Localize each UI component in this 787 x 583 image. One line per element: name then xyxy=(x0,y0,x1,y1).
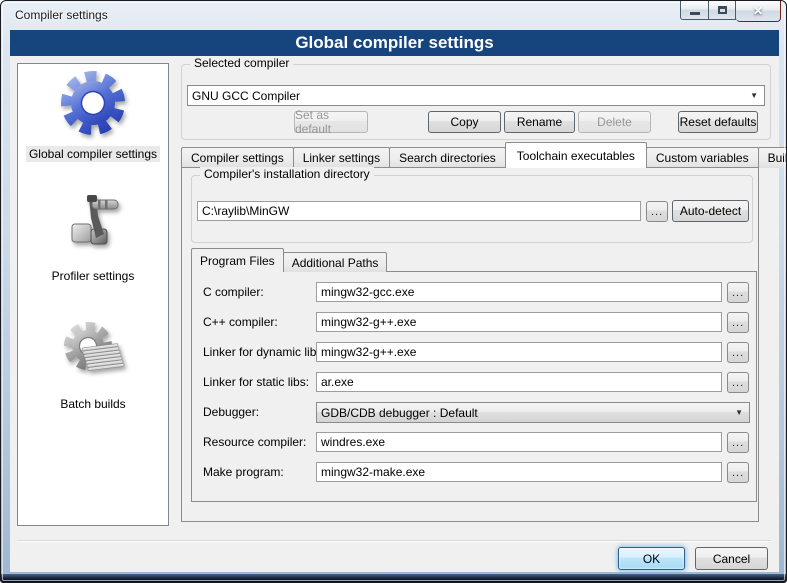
minimize-icon xyxy=(690,12,700,15)
caliper-icon xyxy=(58,190,128,260)
chevron-down-icon: ▼ xyxy=(735,408,745,417)
subtab-program-files[interactable]: Program Files xyxy=(191,248,284,272)
auto-detect-button[interactable]: Auto-detect xyxy=(672,200,749,222)
cancel-button[interactable]: Cancel xyxy=(695,547,768,570)
dialog-header: Global compiler settings xyxy=(10,30,779,56)
footer-separator xyxy=(17,540,771,542)
cpp-compiler-browse-button[interactable]: ... xyxy=(727,312,749,333)
selected-compiler-legend: Selected compiler xyxy=(190,56,293,70)
window-title: Compiler settings xyxy=(15,8,108,22)
c-compiler-label: C compiler: xyxy=(203,285,264,299)
c-compiler-browse-button[interactable]: ... xyxy=(727,282,749,303)
linker-static-browse-button[interactable]: ... xyxy=(727,372,749,393)
rename-button[interactable]: Rename xyxy=(504,111,575,133)
page-title: Global compiler settings xyxy=(295,33,493,53)
make-program-label: Make program: xyxy=(203,465,284,479)
close-button[interactable]: ✕ xyxy=(736,1,781,22)
compiler-tabs: Compiler settings Linker settings Search… xyxy=(181,146,787,168)
settings-sidebar: Global compiler settings xyxy=(17,63,169,526)
sidebar-item-label: Profiler settings xyxy=(49,268,138,284)
tab-compiler-settings[interactable]: Compiler settings xyxy=(181,147,294,168)
reset-defaults-button[interactable]: Reset defaults xyxy=(678,111,758,133)
tab-search-directories[interactable]: Search directories xyxy=(389,147,506,168)
linker-static-input[interactable] xyxy=(316,372,722,392)
blue-gear-icon xyxy=(58,68,128,138)
cpp-compiler-label: C++ compiler: xyxy=(203,315,278,329)
window-controls: ✕ xyxy=(680,1,781,22)
linker-dynamic-label: Linker for dynamic libs: xyxy=(203,345,326,359)
make-program-input[interactable] xyxy=(316,462,722,482)
make-program-browse-button[interactable]: ... xyxy=(727,462,749,483)
ok-button[interactable]: OK xyxy=(618,547,685,570)
sidebar-item-profiler-settings[interactable]: Profiler settings xyxy=(18,190,168,284)
tab-toolchain-executables[interactable]: Toolchain executables xyxy=(505,142,647,168)
tab-linker-settings[interactable]: Linker settings xyxy=(293,147,390,168)
subtab-additional-paths[interactable]: Additional Paths xyxy=(283,252,388,272)
maximize-button[interactable] xyxy=(709,1,736,20)
set-as-default-button[interactable]: Set as default xyxy=(294,111,368,133)
install-dir-input[interactable] xyxy=(197,201,641,221)
tab-custom-variables[interactable]: Custom variables xyxy=(646,147,759,168)
linker-dynamic-input[interactable] xyxy=(316,342,722,362)
delete-button[interactable]: Delete xyxy=(578,111,651,133)
tab-build-options[interactable]: Build options xyxy=(758,147,787,168)
minimize-button[interactable] xyxy=(680,1,709,20)
debugger-select[interactable]: GDB/CDB debugger : Default ▼ xyxy=(316,402,750,423)
cpp-compiler-input[interactable] xyxy=(316,312,722,332)
programs-subtabs: Program Files Additional Paths xyxy=(191,250,386,272)
chevron-down-icon: ▼ xyxy=(750,91,760,100)
install-dir-legend: Compiler's installation directory xyxy=(200,167,374,181)
sidebar-item-label: Global compiler settings xyxy=(26,146,160,162)
close-icon: ✕ xyxy=(753,4,763,18)
resource-compiler-input[interactable] xyxy=(316,432,722,452)
install-dir-browse-button[interactable]: ... xyxy=(646,201,668,222)
linker-static-label: Linker for static libs: xyxy=(203,375,309,389)
sidebar-item-batch-builds[interactable]: Batch builds xyxy=(18,318,168,412)
compiler-select-value: GNU GCC Compiler xyxy=(192,89,300,103)
resource-compiler-browse-button[interactable]: ... xyxy=(727,432,749,453)
compiler-settings-window: Compiler settings ✕ Global compiler sett… xyxy=(0,0,787,583)
linker-dynamic-browse-button[interactable]: ... xyxy=(727,342,749,363)
sidebar-item-global-compiler-settings[interactable]: Global compiler settings xyxy=(18,68,168,162)
window-bottom-edge xyxy=(1,574,786,582)
maximize-icon xyxy=(718,6,727,14)
copy-button[interactable]: Copy xyxy=(428,111,501,133)
c-compiler-input[interactable] xyxy=(316,282,722,302)
debugger-label: Debugger: xyxy=(203,405,259,419)
resource-compiler-label: Resource compiler: xyxy=(203,435,306,449)
batch-builds-icon xyxy=(58,318,128,388)
sidebar-item-label: Batch builds xyxy=(57,396,128,412)
compiler-select[interactable]: GNU GCC Compiler ▼ xyxy=(187,85,765,106)
debugger-select-value: GDB/CDB debugger : Default xyxy=(321,406,478,420)
